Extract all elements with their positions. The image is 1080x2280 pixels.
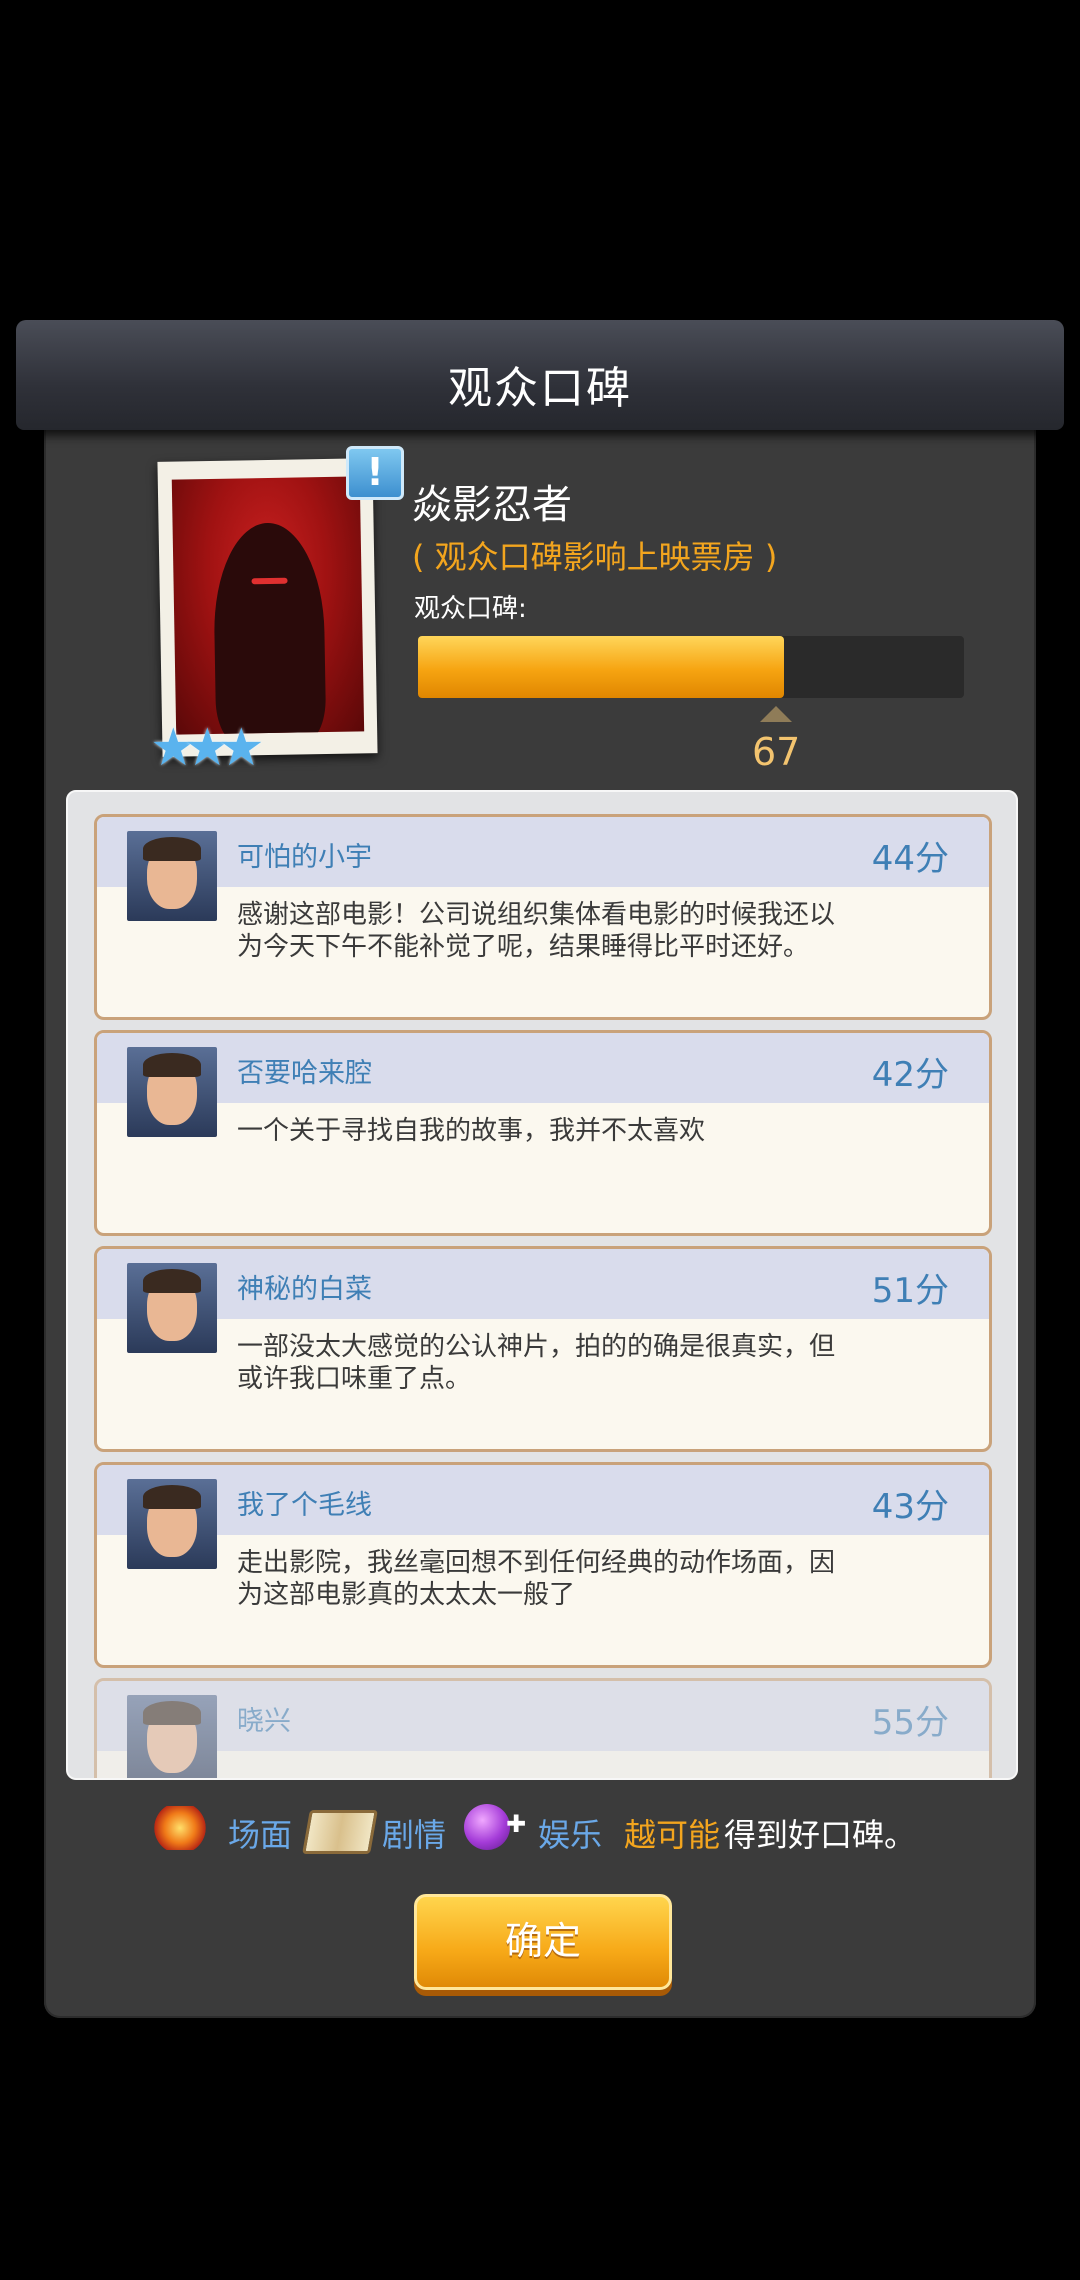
review-card: 神秘的白菜 51分 一部没太大感觉的公认神片，拍的的确是很真实，但或许我口味重了… — [94, 1246, 992, 1452]
avatar — [127, 1479, 217, 1569]
reviewer-name: 神秘的白菜 — [237, 1274, 372, 1305]
movie-title: 焱影忍者 — [412, 482, 572, 528]
rating-value: 67 — [752, 730, 801, 774]
dialog-title: 观众口碑 — [448, 363, 632, 414]
star-icon: ★ — [218, 718, 265, 778]
gem-icon — [464, 1804, 510, 1850]
confirm-button[interactable]: 确定 — [414, 1894, 672, 1990]
review-card: 否要哈来腔 42分 一个关于寻找自我的故事，我并不太喜欢 — [94, 1030, 992, 1236]
review-card: 可怕的小宇 44分 感谢这部电影！公司说组织集体看电影的时候我还以为今天下午不能… — [94, 814, 992, 1020]
review-score: 51分 — [871, 1271, 949, 1311]
reviewer-name: 否要哈来腔 — [237, 1058, 372, 1089]
review-score: 43分 — [871, 1487, 949, 1527]
review-score: 42分 — [871, 1055, 949, 1095]
poster-silhouette — [212, 522, 327, 735]
review-header — [97, 817, 989, 887]
review-score: 55分 — [871, 1703, 949, 1743]
review-text: 走出影院，我丝毫回想不到任何经典的动作场面，因为这部电影真的太太太一般了 — [237, 1548, 836, 1610]
reviewer-name: 可怕的小宇 — [237, 842, 372, 873]
dialog-header: 观众口碑 — [16, 320, 1064, 430]
review-header — [97, 1681, 989, 1751]
rating-bar — [418, 636, 964, 698]
explosion-icon — [154, 1806, 206, 1850]
hint-spectacle: 场面 — [228, 1816, 293, 1854]
poster-art — [171, 476, 365, 735]
hint-entertainment: 娱乐 — [538, 1816, 603, 1854]
review-text: 一个关于寻找自我的故事，我并不太喜欢 — [237, 1116, 706, 1146]
hint-rest: 得到好口碑。 — [724, 1816, 917, 1854]
review-text: 一部没太大感觉的公认神片，拍的的确是很真实，但或许我口味重了点。 — [237, 1332, 836, 1394]
avatar — [127, 1047, 217, 1137]
reviewer-name: 晓兴 — [237, 1706, 291, 1737]
review-card: 晓兴 55分 — [94, 1678, 992, 1778]
review-card: 我了个毛线 43分 走出影院，我丝毫回想不到任何经典的动作场面，因为这部电影真的… — [94, 1462, 992, 1668]
alert-icon[interactable]: ! — [346, 446, 404, 500]
reviewer-name: 我了个毛线 — [237, 1490, 372, 1521]
review-score: 44分 — [871, 839, 949, 879]
plus-icon: ✚ — [506, 1810, 527, 1838]
avatar — [127, 1695, 217, 1778]
rating-marker-icon — [760, 706, 792, 722]
avatar — [127, 1263, 217, 1353]
review-list[interactable]: 可怕的小宇 44分 感谢这部电影！公司说组织集体看电影的时候我还以为今天下午不能… — [66, 790, 1018, 1780]
poster-eyes — [251, 577, 288, 585]
review-header — [97, 1249, 989, 1319]
rating-label: 观众口碑: — [414, 594, 527, 624]
movie-poster — [157, 458, 378, 757]
avatar — [127, 831, 217, 921]
movie-note: ( 观众口碑影响上映票房 ) — [412, 538, 778, 576]
review-header — [97, 1465, 989, 1535]
review-header — [97, 1033, 989, 1103]
review-text: 感谢这部电影！公司说组织集体看电影的时候我还以为今天下午不能补觉了呢，结果睡得比… — [237, 900, 836, 962]
hint-more-likely: 越可能 — [624, 1816, 721, 1854]
rating-bar-fill — [418, 636, 784, 698]
book-icon — [302, 1810, 378, 1854]
hint-story: 剧情 — [382, 1816, 447, 1854]
